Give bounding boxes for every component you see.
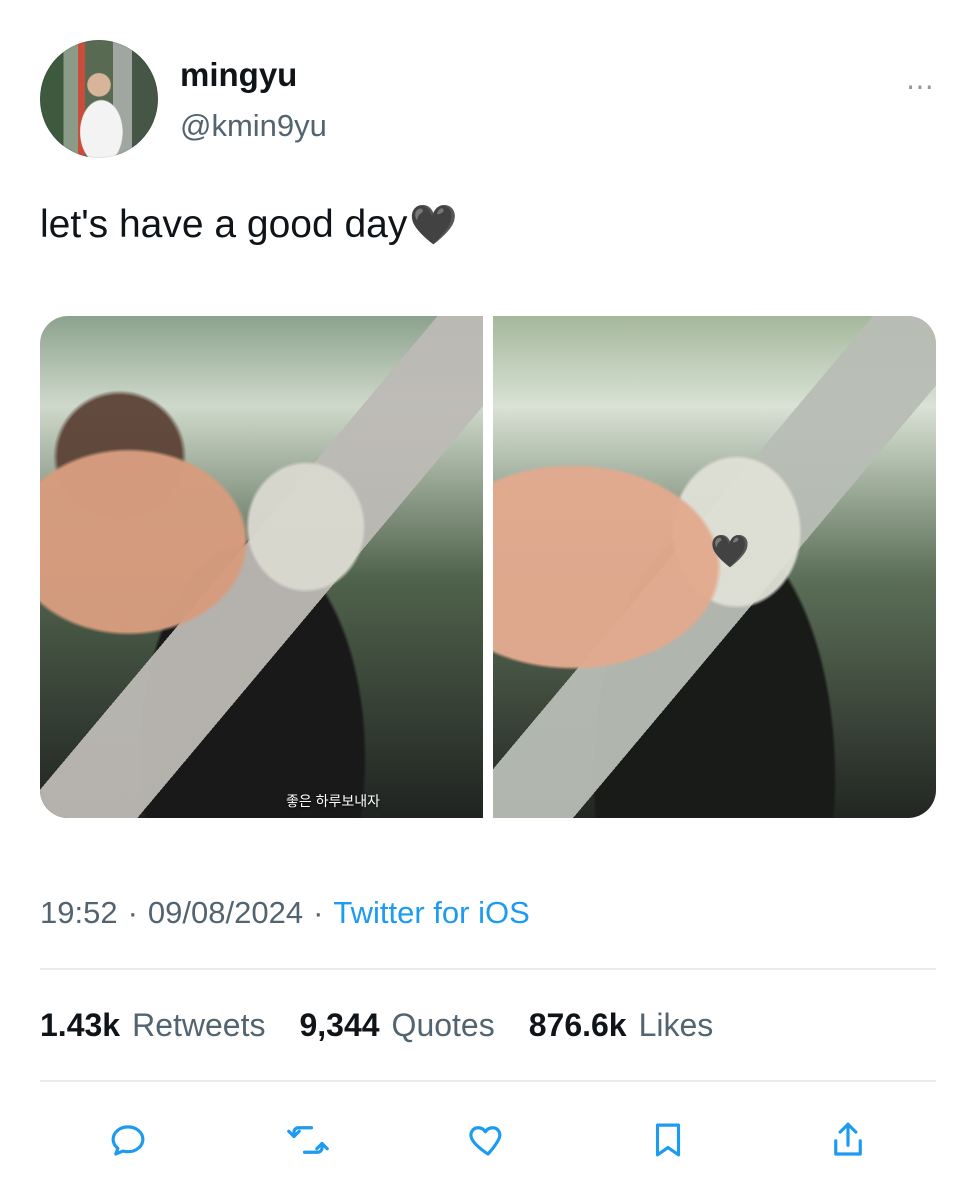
tweet-source-link[interactable]: Twitter for iOS <box>333 895 529 931</box>
bookmark-button[interactable] <box>644 1116 692 1164</box>
retweets-stat[interactable]: 1.43k Retweets <box>40 1007 265 1044</box>
photo-heart-icon: 🖤 <box>710 533 750 569</box>
tweet-time: 19:52 <box>40 895 118 930</box>
tweet-actions <box>104 1116 872 1164</box>
tweet-media[interactable]: 좋은 하루보내자 <box>40 316 936 818</box>
quotes-stat[interactable]: 9,344 Quotes <box>299 1007 494 1044</box>
bookmark-icon <box>655 1123 681 1157</box>
tweet-date: 09/08/2024 <box>147 895 304 930</box>
retweet-icon <box>287 1126 329 1154</box>
tweet-stats: 1.43k Retweets 9,344 Quotes 876.6k Likes <box>40 1007 713 1044</box>
likes-stat[interactable]: 876.6k Likes <box>529 1007 714 1044</box>
share-icon <box>834 1122 862 1156</box>
likes-label: Likes <box>638 1007 714 1043</box>
retweet-button[interactable] <box>284 1116 332 1164</box>
likes-count: 876.6k <box>528 1007 627 1043</box>
photo-left[interactable]: 좋은 하루보내자 <box>40 316 483 818</box>
reply-button[interactable] <box>104 1116 152 1164</box>
share-button[interactable] <box>824 1116 872 1164</box>
profile-name[interactable]: mingyu <box>180 56 297 94</box>
tweet-meta: 19:52 · 09/08/2024 · Twitter for iOS <box>40 895 530 931</box>
reply-icon <box>111 1125 145 1156</box>
profile-handle[interactable]: @kmin9yu <box>180 108 327 144</box>
quotes-count: 9,344 <box>299 1007 380 1043</box>
quotes-label: Quotes <box>391 1007 495 1043</box>
tweet-text: let's have a good day <box>40 203 408 246</box>
avatar-ring <box>40 40 158 158</box>
black-heart-emoji: 🖤 <box>409 204 458 247</box>
more-options-icon[interactable]: ⋯ <box>906 70 936 103</box>
actions-top-divider <box>40 1080 936 1082</box>
meta-separator: · <box>127 895 138 930</box>
retweets-count: 1.43k <box>40 1007 121 1043</box>
stats-top-divider <box>40 968 936 970</box>
profile-avatar[interactable] <box>40 40 158 158</box>
photo-caption: 좋은 하루보내자 <box>286 793 381 809</box>
retweets-label: Retweets <box>132 1007 266 1043</box>
meta-separator: · <box>313 895 324 930</box>
tweet-text-container: let's have a good day 🖤 <box>40 202 458 248</box>
like-icon <box>469 1126 502 1156</box>
like-button[interactable] <box>464 1116 512 1164</box>
